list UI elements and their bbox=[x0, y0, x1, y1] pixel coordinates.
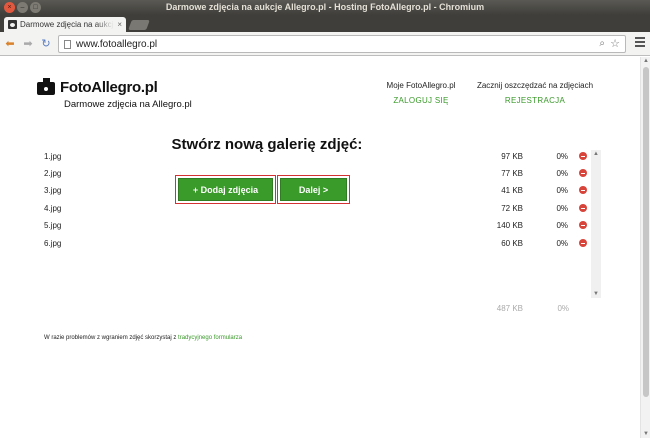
browser-toolbar: ⬅ ➡ ↻ www.fotoallegro.pl ⌕ ☆ bbox=[0, 32, 650, 56]
file-size: 60 KB bbox=[501, 239, 523, 248]
register-link[interactable]: REJESTRACJA bbox=[472, 96, 598, 105]
remove-file-icon[interactable] bbox=[579, 204, 587, 212]
reload-icon[interactable]: ↻ bbox=[40, 38, 52, 50]
account-heading: Moje FotoAllegro.pl bbox=[386, 81, 456, 90]
window-titlebar: × – □ Darmowe zdjęcia na aukcje Allegro.… bbox=[0, 0, 650, 15]
tab-close-icon[interactable]: × bbox=[117, 20, 122, 29]
total-progress: 0% bbox=[557, 304, 569, 313]
new-tab-button[interactable] bbox=[128, 20, 150, 30]
register-heading: Zacznij oszczędzać na zdjęciach bbox=[476, 81, 594, 90]
file-size: 140 KB bbox=[496, 221, 523, 230]
file-progress: 0% bbox=[556, 169, 568, 178]
traditional-form-link[interactable]: tradycyjnego formularza bbox=[178, 335, 242, 341]
file-progress: 0% bbox=[556, 152, 568, 161]
camera-favicon-icon bbox=[8, 20, 17, 29]
add-photos-button[interactable]: + Dodaj zdjęcia bbox=[178, 178, 273, 201]
file-progress: 0% bbox=[556, 186, 568, 195]
upload-help-note: W razie problemów z wgraniem zdjęć skorz… bbox=[44, 335, 242, 341]
page-scroll-down-icon[interactable]: ▼ bbox=[643, 431, 649, 437]
zoom-icon[interactable]: ⌕ bbox=[599, 38, 605, 49]
file-row: 6.jpg 60 KB 0% bbox=[44, 239, 590, 256]
file-name: 1.jpg bbox=[44, 152, 62, 161]
scroll-down-arrow-icon[interactable]: ▼ bbox=[593, 291, 599, 297]
back-arrow-icon[interactable]: ⬅ bbox=[4, 38, 16, 50]
page-scroll-up-icon[interactable]: ▲ bbox=[643, 58, 649, 64]
file-size: 77 KB bbox=[501, 169, 523, 178]
window-title: Darmowe zdjęcia na aukcje Allegro.pl - H… bbox=[165, 2, 485, 12]
next-button[interactable]: Dalej > bbox=[280, 178, 347, 201]
file-name: 3.jpg bbox=[44, 186, 62, 195]
menu-icon[interactable] bbox=[635, 37, 645, 47]
file-name: 4.jpg bbox=[44, 204, 62, 213]
tab-strip: Darmowe zdjęcia na aukcje Allegro.pl × bbox=[0, 15, 650, 32]
file-progress: 0% bbox=[556, 239, 568, 248]
register-block: Zacznij oszczędzać na zdjęciach REJESTRA… bbox=[472, 81, 598, 105]
camera-logo-icon bbox=[36, 77, 56, 95]
help-text: W razie problemów z wgraniem zdjęć skorz… bbox=[44, 335, 177, 341]
star-icon[interactable]: ☆ bbox=[610, 37, 620, 50]
remove-file-icon[interactable] bbox=[579, 169, 587, 177]
file-name: 6.jpg bbox=[44, 239, 62, 248]
file-name: 5.jpg bbox=[44, 221, 62, 230]
file-row: 4.jpg 72 KB 0% bbox=[44, 204, 590, 221]
file-list-scrollbar[interactable]: ▲ ▼ bbox=[591, 150, 601, 298]
logo-name: FotoAllegro.pl bbox=[60, 79, 158, 96]
site-tagline: Darmowe zdjęcia na Allegro.pl bbox=[64, 99, 192, 110]
forward-arrow-icon[interactable]: ➡ bbox=[22, 38, 34, 50]
page-viewport: FotoAllegro.pl Darmowe zdjęcia na Allegr… bbox=[0, 57, 640, 438]
total-size: 487 KB bbox=[496, 304, 523, 313]
file-progress: 0% bbox=[556, 221, 568, 230]
url-text[interactable]: www.fotoallegro.pl bbox=[76, 39, 157, 50]
gallery-title-wrap: Stwórz nową galerię zdjęć: bbox=[0, 136, 640, 153]
remove-file-icon[interactable] bbox=[579, 239, 587, 247]
add-photos-highlight: + Dodaj zdjęcia bbox=[175, 175, 276, 204]
page-scroll-thumb[interactable] bbox=[643, 67, 649, 397]
address-bar[interactable]: www.fotoallegro.pl ⌕ ☆ bbox=[58, 35, 626, 53]
file-progress: 0% bbox=[556, 204, 568, 213]
file-size: 97 KB bbox=[501, 152, 523, 161]
file-size: 72 KB bbox=[501, 204, 523, 213]
tab-title: Darmowe zdjęcia na aukcje Allegro.pl bbox=[20, 20, 114, 29]
file-row: 5.jpg 140 KB 0% bbox=[44, 221, 590, 238]
account-block: Moje FotoAllegro.pl ZALOGUJ SIĘ bbox=[380, 81, 462, 105]
remove-file-icon[interactable] bbox=[579, 186, 587, 194]
scroll-up-arrow-icon[interactable]: ▲ bbox=[593, 151, 599, 157]
gallery-title: Stwórz nową galerię zdjęć: bbox=[171, 136, 363, 153]
site-logo[interactable]: FotoAllegro.pl bbox=[36, 77, 158, 96]
remove-file-icon[interactable] bbox=[579, 152, 587, 160]
page-icon bbox=[64, 40, 71, 49]
next-highlight: Dalej > bbox=[277, 175, 350, 204]
browser-tab-active[interactable]: Darmowe zdjęcia na aukcje Allegro.pl × bbox=[4, 17, 126, 32]
file-row: 1.jpg 97 KB 0% bbox=[44, 152, 590, 169]
file-size: 41 KB bbox=[501, 186, 523, 195]
remove-file-icon[interactable] bbox=[579, 221, 587, 229]
page-scrollbar[interactable]: ▲ ▼ bbox=[640, 57, 650, 438]
login-link[interactable]: ZALOGUJ SIĘ bbox=[380, 96, 462, 105]
file-name: 2.jpg bbox=[44, 169, 62, 178]
